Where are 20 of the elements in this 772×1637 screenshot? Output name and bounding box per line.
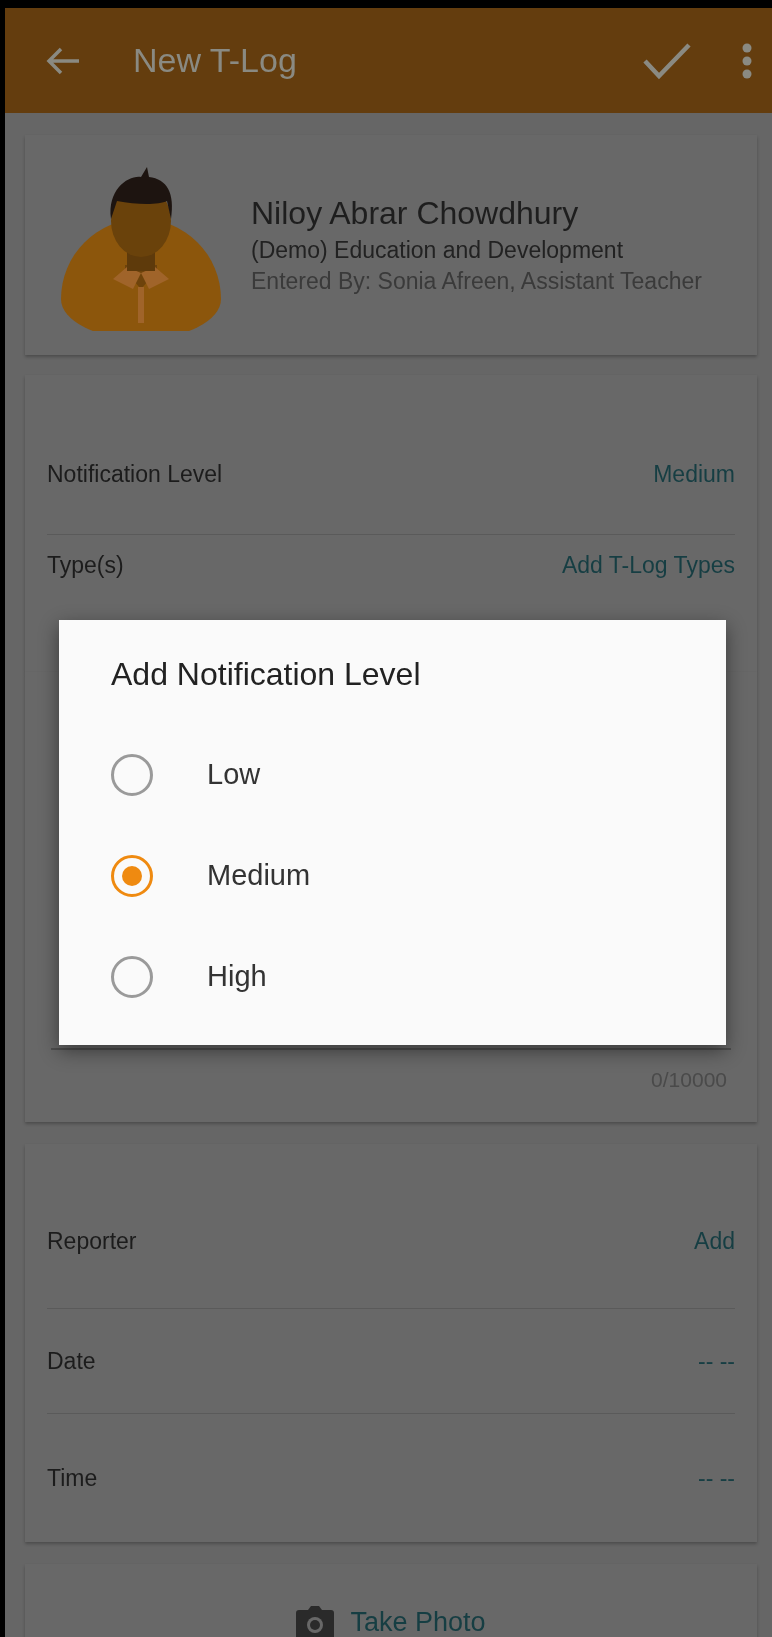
screen-title: New T-Log bbox=[133, 40, 297, 81]
back-icon[interactable] bbox=[45, 45, 81, 76]
field-value-link[interactable]: Add T-Log Types bbox=[561, 547, 735, 583]
field-value-link[interactable]: Medium bbox=[653, 457, 735, 492]
field-label: Type(s) bbox=[47, 550, 124, 580]
take-photo-button[interactable]: Take Photo bbox=[296, 1606, 486, 1637]
field-value-link[interactable]: -- -- bbox=[697, 1343, 735, 1379]
organization-name: (Demo) Education and Development bbox=[251, 235, 625, 265]
dialog-title: Add Notification Level bbox=[111, 655, 422, 694]
student-name: Niloy Abrar Chowdhury bbox=[251, 194, 580, 233]
field-label: Reporter bbox=[47, 1226, 137, 1256]
field-label: Date bbox=[47, 1346, 96, 1376]
radio-option[interactable]: Low bbox=[111, 724, 261, 825]
field-value-link[interactable]: -- -- bbox=[697, 1460, 735, 1496]
field-label: Time bbox=[47, 1463, 98, 1493]
field-label: Notification Level bbox=[47, 460, 223, 490]
radio-option[interactable]: High bbox=[111, 926, 267, 1027]
menu-icon[interactable] bbox=[742, 42, 752, 79]
radio-option[interactable]: Medium bbox=[111, 825, 311, 926]
field-value-link[interactable]: Add bbox=[694, 1223, 735, 1259]
